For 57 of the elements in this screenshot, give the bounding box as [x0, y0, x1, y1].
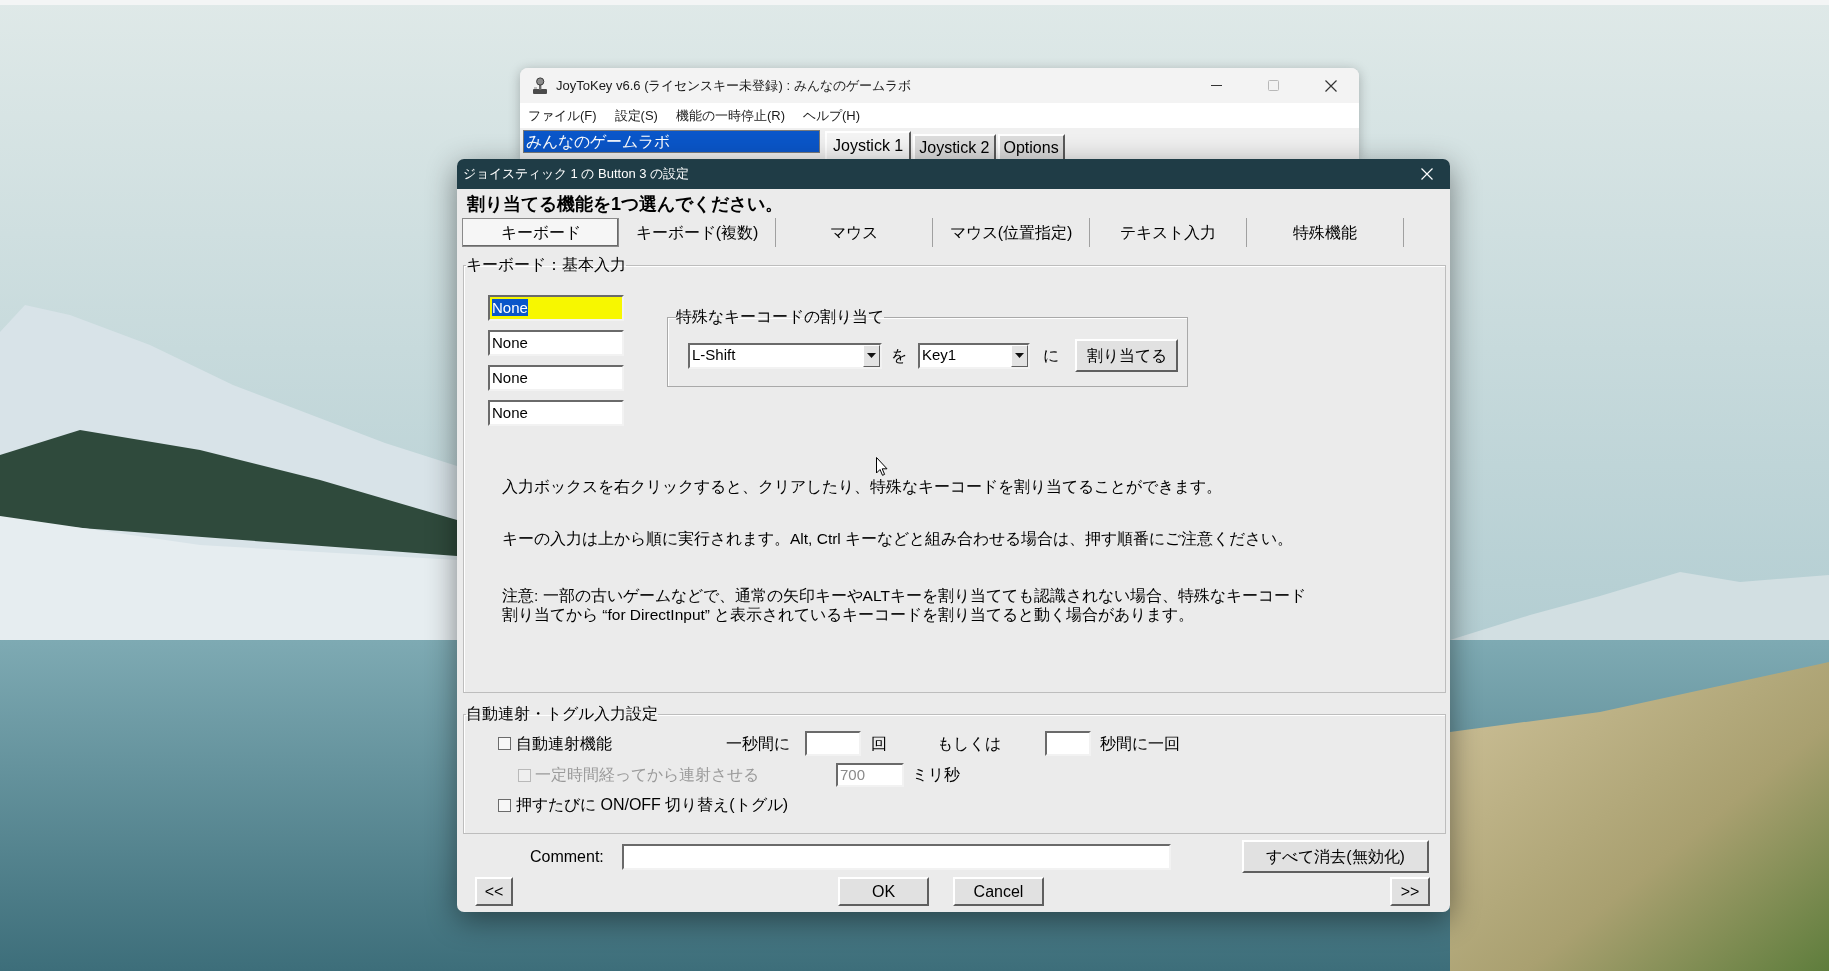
- tab[interactable]: Joystick 2: [913, 134, 996, 159]
- checkbox-label: 自動連射機能: [516, 733, 613, 754]
- tab[interactable]: キーボード: [462, 218, 619, 247]
- checkbox-label: 押すたびに ON/OFF 切り替え(トグル): [516, 795, 788, 815]
- tab[interactable]: Options: [997, 134, 1065, 159]
- dialog-title: ジョイスティック 1 の Button 3 の設定: [463, 165, 690, 184]
- checkbox[interactable]: [498, 798, 511, 812]
- group-label: キーボード：基本入力: [466, 255, 626, 275]
- group-label: 自動連射・トグル入力設定: [466, 704, 658, 724]
- field-label: もしくは: [937, 733, 1002, 754]
- clear-all-button[interactable]: すべて消去(無効化): [1242, 840, 1429, 873]
- profile-list-item[interactable]: みんなのゲームラボ: [523, 130, 820, 153]
- comment-label: Comment:: [530, 846, 605, 867]
- close-icon: [1421, 168, 1433, 180]
- menu-item[interactable]: ヘルプ(H): [803, 103, 861, 128]
- comment-input-field[interactable]: [622, 843, 1171, 870]
- menu-item[interactable]: 機能の一時停止(R): [675, 103, 785, 128]
- rate-input-field[interactable]: [805, 731, 861, 756]
- menu-item[interactable]: 設定(S): [614, 103, 658, 128]
- minimize-icon: [1211, 85, 1222, 86]
- key-input-field[interactable]: None: [488, 365, 624, 391]
- checkbox-label: 一定時間経ってから連射させる: [535, 765, 760, 785]
- window-title: JoyToKey v6.6 (ライセンスキー未登録) : みんなのゲームラボ: [556, 76, 911, 95]
- unit-label: 秒間に一回: [1100, 733, 1180, 754]
- cancel-button[interactable]: Cancel: [953, 877, 1044, 906]
- tab[interactable]: 特殊機能: [1247, 218, 1404, 247]
- key-input-field[interactable]: None: [488, 295, 624, 321]
- particle-label: を: [891, 345, 907, 366]
- note-text: キーの入力は上から順に実行されます。Alt, Ctrl キーなどと組み合わせる場合は、押す順番にご注意ください。: [502, 529, 1294, 549]
- mouse-pointer-icon: [876, 457, 888, 476]
- assign-button[interactable]: 割り当てる: [1075, 339, 1178, 372]
- checkbox[interactable]: [498, 737, 511, 750]
- tab[interactable]: Joystick 1: [825, 131, 912, 159]
- tab[interactable]: テキスト入力: [1090, 218, 1247, 247]
- key-input-field[interactable]: None: [488, 400, 624, 426]
- next-button[interactable]: >>: [1390, 877, 1430, 906]
- tab[interactable]: マウス(位置指定): [933, 218, 1090, 247]
- joystick-icon: [531, 76, 549, 95]
- previous-button[interactable]: <<: [475, 877, 513, 906]
- maximize-icon: [1268, 80, 1279, 91]
- unit-label: ミリ秒: [912, 765, 960, 785]
- tab[interactable]: マウス: [776, 218, 933, 247]
- key-input-field[interactable]: None: [488, 330, 624, 356]
- interval-input-field[interactable]: [1045, 731, 1091, 756]
- note-text: 注意: 一部の古いゲームなどで、通常の矢印キーやALTキーを割り当てても認識されない場合、特殊なキーコード 割り当てから “for DirectInput” と表示されているキーコードを割り当てると動く場合があります。: [502, 586, 1306, 624]
- group-label: 特殊なキーコードの割り当て: [676, 307, 884, 327]
- unit-label: 回: [871, 733, 888, 754]
- instruction-heading: 割り当てる機能を1つ選んでください。: [467, 194, 784, 214]
- note-text: 入力ボックスを右クリックすると、クリアしたり、特殊なキーコードを割り当てることができます。: [502, 477, 1222, 497]
- target-select[interactable]: Key1: [918, 342, 1030, 369]
- tab[interactable]: キーボード(複数): [619, 218, 776, 247]
- ok-button[interactable]: OK: [838, 877, 929, 906]
- close-icon: [1324, 79, 1337, 92]
- menu-item[interactable]: ファイル(F): [528, 103, 597, 128]
- field-label: 一秒間に: [726, 733, 791, 754]
- particle-label: に: [1043, 345, 1059, 366]
- key-select[interactable]: L-Shift: [688, 342, 882, 369]
